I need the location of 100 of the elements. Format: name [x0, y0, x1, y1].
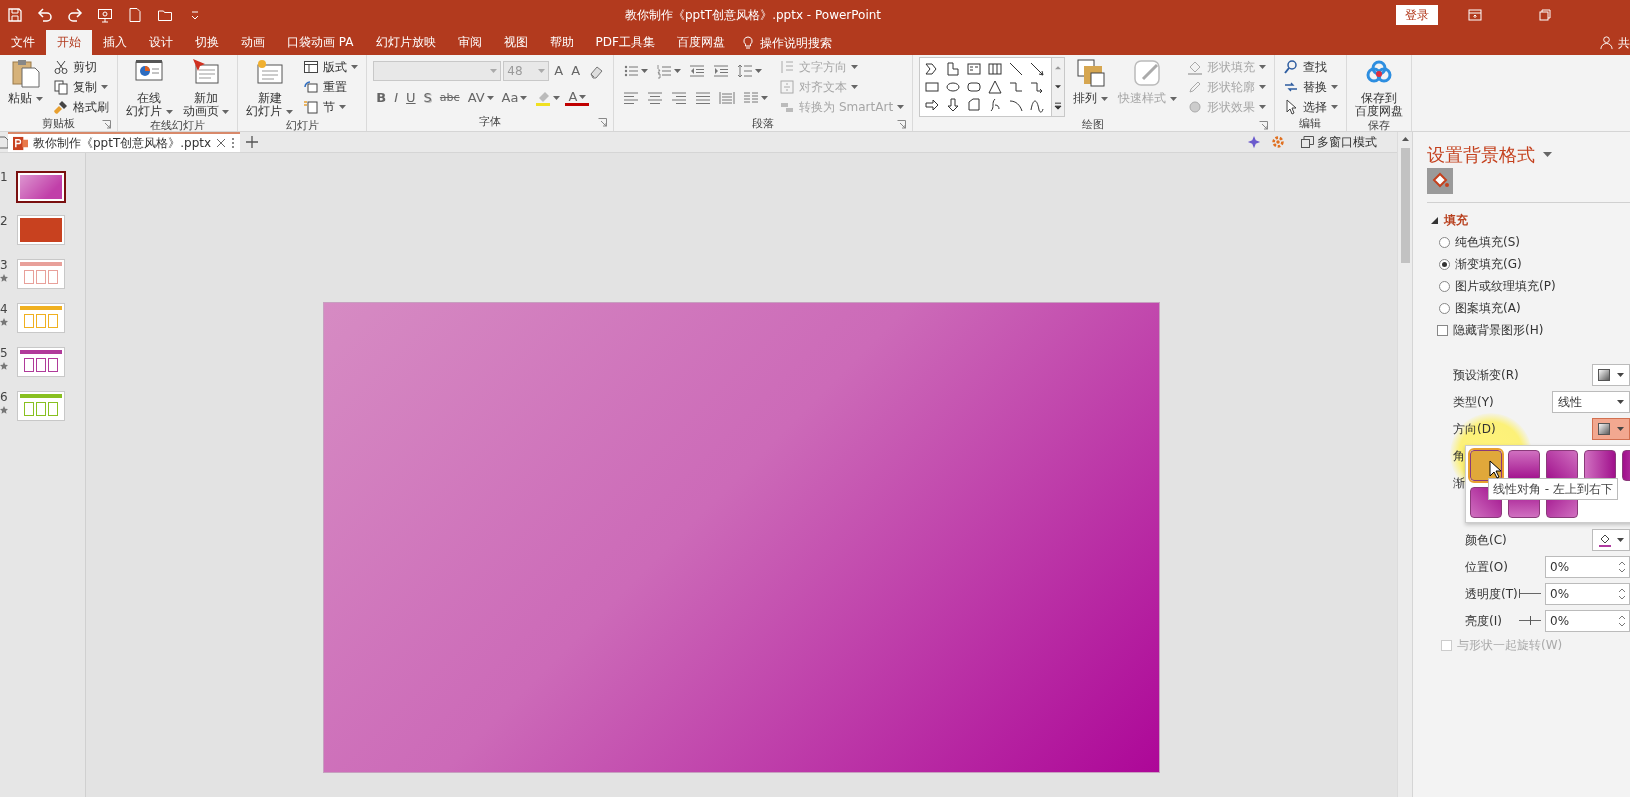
- new-animation-page-button[interactable]: 新加 动画页: [180, 57, 232, 118]
- checkbox[interactable]: [1437, 324, 1448, 336]
- ribbon-group-label: 剪贴板: [41, 116, 75, 132]
- document-tab[interactable]: 教你制作《pptT创意风格》.pptx: [8, 132, 241, 152]
- reset-button[interactable]: 重置: [301, 77, 361, 96]
- folder-icon[interactable]: [157, 7, 173, 23]
- shape-icon[interactable]: [1029, 61, 1046, 77]
- shape-icon[interactable]: [945, 79, 962, 95]
- radio-button[interactable]: [1439, 236, 1450, 248]
- close-icon[interactable]: [216, 138, 227, 148]
- color-button[interactable]: [1592, 528, 1630, 551]
- ribbon-tab[interactable]: 动画: [230, 30, 276, 55]
- tell-me-search[interactable]: 操作说明搜索: [759, 33, 832, 52]
- radio-button[interactable]: [1439, 280, 1450, 292]
- ribbon-tab[interactable]: 帮助: [538, 30, 585, 55]
- character-spacing-button[interactable]: AV: [464, 88, 497, 108]
- radio-button[interactable]: [1439, 302, 1450, 314]
- ribbon-tab[interactable]: 审阅: [446, 30, 493, 55]
- numbered-list-icon: [656, 63, 673, 79]
- fill-tab[interactable]: [1427, 168, 1453, 194]
- copy-button[interactable]: 复制: [50, 77, 111, 96]
- ribbon-tab[interactable]: 设计: [138, 30, 184, 55]
- more-options-icon[interactable]: [231, 137, 236, 149]
- decrease-indent-icon: [689, 63, 706, 79]
- font-color-button[interactable]: A: [565, 90, 590, 106]
- new-slide-button[interactable]: 新建 幻灯片: [244, 57, 296, 118]
- radio-label[interactable]: 图片或纹理填充(P): [1455, 277, 1556, 295]
- scroll-up-icon[interactable]: [1400, 135, 1410, 144]
- italic-button[interactable]: I: [391, 88, 402, 108]
- layout-button[interactable]: 版式: [301, 57, 361, 76]
- input-field[interactable]: 0%: [1545, 609, 1630, 632]
- ribbon-display-icon[interactable]: [1467, 7, 1483, 23]
- type-dropdown[interactable]: 线性: [1552, 390, 1630, 413]
- ribbon-tab[interactable]: 视图: [492, 30, 539, 55]
- sparkle-icon[interactable]: [1247, 135, 1262, 149]
- sign-in-button[interactable]: 登录: [1396, 5, 1438, 25]
- online-slides-button[interactable]: 在线 幻灯片: [123, 57, 175, 118]
- font-name-field[interactable]: [373, 61, 502, 81]
- dialog-launcher-icon[interactable]: [897, 119, 907, 129]
- ribbon-tab[interactable]: PDF工具集: [584, 30, 666, 55]
- page-icon[interactable]: [0, 134, 8, 150]
- ribbon-tab[interactable]: 切换: [184, 30, 230, 55]
- undo-icon[interactable]: [37, 7, 53, 23]
- shape-icon[interactable]: [987, 79, 1004, 95]
- save-to-baidu-button[interactable]: 保存到 百度网盘: [1352, 57, 1405, 118]
- settings-icon[interactable]: [1271, 135, 1286, 149]
- select-button[interactable]: 选择: [1280, 97, 1340, 116]
- change-case-button[interactable]: Aa: [498, 88, 531, 108]
- input-field[interactable]: 0%: [1545, 582, 1630, 605]
- ribbon-tab[interactable]: 开始: [46, 30, 92, 55]
- dialog-launcher-icon[interactable]: [1258, 120, 1268, 130]
- radio-label[interactable]: 图案填充(A): [1455, 299, 1521, 317]
- shrink-font-button[interactable]: A: [568, 61, 584, 81]
- radio-button[interactable]: [1439, 258, 1450, 270]
- direction-button[interactable]: [1592, 417, 1630, 440]
- ribbon-tab[interactable]: 插入: [92, 30, 138, 55]
- grow-font-button[interactable]: A: [551, 61, 567, 81]
- blank-page-icon[interactable]: [127, 7, 143, 23]
- bold-button[interactable]: B: [373, 88, 390, 108]
- scrollbar-thumb[interactable]: [1400, 148, 1410, 263]
- input-field[interactable]: 0%: [1545, 555, 1630, 578]
- section-header[interactable]: 填充: [1444, 211, 1468, 229]
- replace-button[interactable]: 替换: [1280, 77, 1340, 96]
- share-button[interactable]: 共: [1618, 33, 1630, 52]
- shadow-button[interactable]: S: [420, 88, 435, 108]
- ribbon-tab[interactable]: 百度网盘: [665, 30, 736, 55]
- dialog-launcher-icon[interactable]: [598, 118, 608, 127]
- save-icon[interactable]: [7, 7, 23, 23]
- dialog-launcher-icon[interactable]: [101, 119, 111, 129]
- restore-icon[interactable]: [1537, 7, 1553, 23]
- multi-window-mode-button[interactable]: 多窗口模式: [1295, 132, 1384, 152]
- find-button[interactable]: 查找: [1280, 57, 1340, 76]
- ribbon-tab[interactable]: 文件: [0, 30, 46, 55]
- new-tab-icon[interactable]: [246, 136, 259, 148]
- bullet-list-icon: [623, 63, 640, 79]
- paste-button[interactable]: 粘贴: [6, 57, 45, 105]
- redo-icon[interactable]: [67, 7, 83, 23]
- format-painter-button[interactable]: 格式刷: [50, 97, 111, 116]
- arrange-button[interactable]: 排列: [1071, 57, 1110, 105]
- caret-icon: [100, 84, 108, 89]
- ribbon-tab[interactable]: 幻灯片放映: [364, 30, 447, 55]
- preset-gradient-button[interactable]: [1592, 363, 1630, 386]
- shape-icon[interactable]: [966, 79, 983, 95]
- spinner-icon[interactable]: [1619, 613, 1625, 628]
- shape-icon[interactable]: [1008, 61, 1025, 77]
- radio-label[interactable]: 渐变填充(G): [1455, 255, 1522, 273]
- spinner-icon[interactable]: [1619, 559, 1625, 574]
- spinner-icon[interactable]: [1619, 586, 1625, 601]
- section-button[interactable]: 节: [301, 97, 361, 116]
- presentation-icon[interactable]: [97, 7, 113, 23]
- radio-label[interactable]: 纯色填充(S): [1455, 233, 1520, 251]
- underline-button[interactable]: U: [403, 88, 419, 108]
- ribbon-tab[interactable]: 口袋动画 PA: [276, 30, 365, 55]
- cut-button[interactable]: 剪切: [50, 57, 111, 76]
- shape-icon[interactable]: [987, 61, 1004, 77]
- strikethrough-button[interactable]: abc: [436, 89, 463, 107]
- shape-icon[interactable]: [924, 97, 941, 113]
- expand-triangle-icon[interactable]: [1431, 216, 1438, 224]
- pane-options-icon[interactable]: [1543, 151, 1552, 157]
- checkbox-label[interactable]: 隐藏背景图形(H): [1453, 321, 1544, 339]
